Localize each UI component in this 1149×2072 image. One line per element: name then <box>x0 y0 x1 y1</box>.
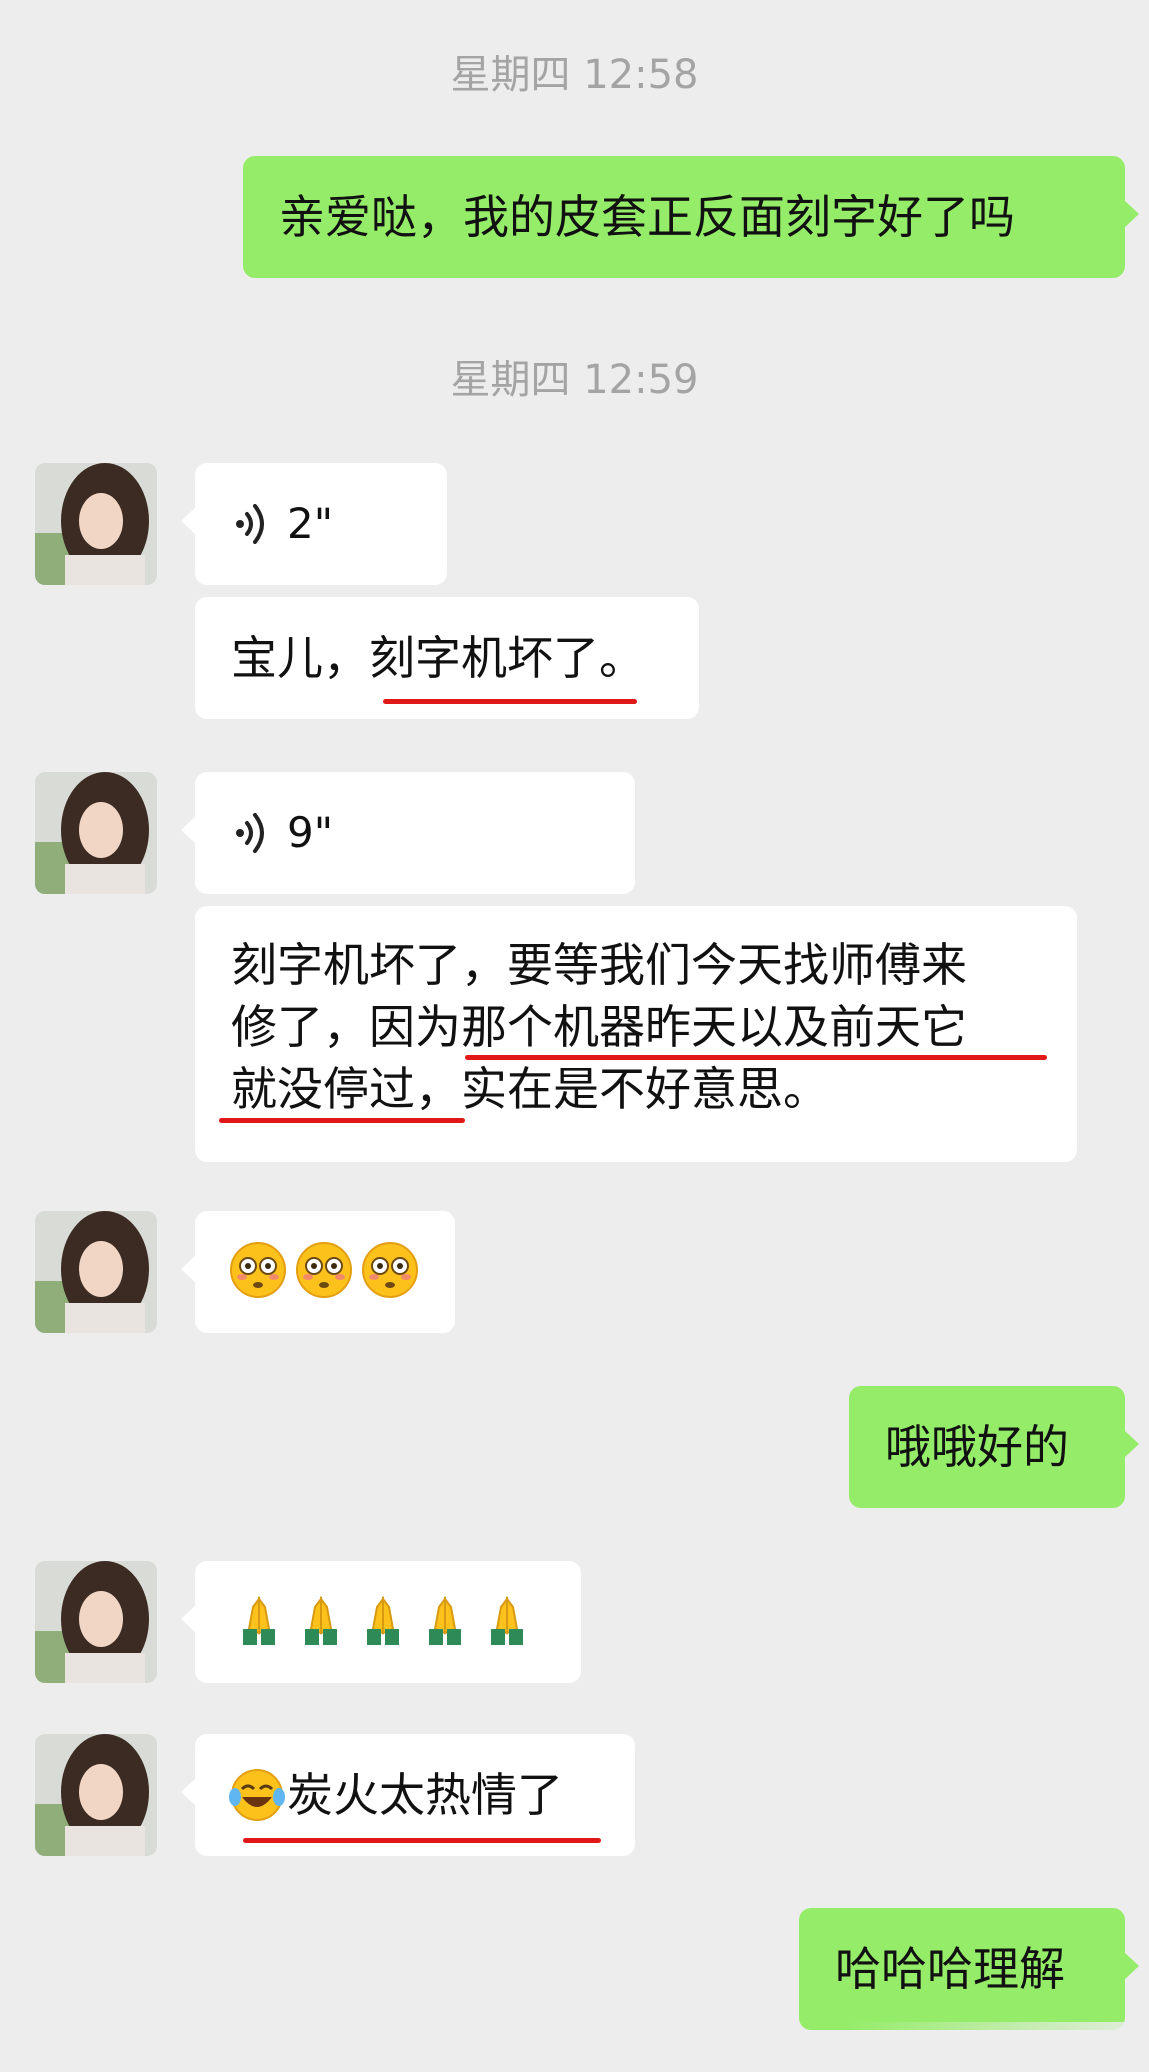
contact-avatar[interactable] <box>35 1561 157 1683</box>
folded-hands-emoji-icon <box>305 1596 337 1645</box>
folded-hands-emoji-icon <box>243 1596 275 1645</box>
red-underline <box>219 1118 465 1123</box>
avatar-photo-icon <box>35 1734 157 1856</box>
message-line: 修了，因为那个机器昨天以及前天它 <box>231 1000 967 1054</box>
voice-duration: 9" <box>287 808 334 857</box>
folded-hands-emoji-icon <box>367 1596 399 1645</box>
incoming-message-bubble[interactable]: 炭火太热情了 <box>181 1734 635 1856</box>
contact-avatar[interactable] <box>35 1734 157 1856</box>
timestamp: 星期四 12:59 <box>450 357 699 403</box>
red-underline <box>243 1838 601 1843</box>
chat-window: 星期四 12:58 亲爱哒，我的皮套正反面刻字好了吗 星期四 12:59 2" … <box>0 0 1149 2072</box>
message-text: 哦哦好的 <box>885 1420 1069 1474</box>
avatar-photo-icon <box>35 772 157 894</box>
voice-wave-icon <box>236 813 264 853</box>
message-text: 亲爱哒，我的皮套正反面刻字好了吗 <box>279 190 1015 244</box>
flushed-face-emoji-icon <box>296 1242 352 1298</box>
contact-avatar[interactable] <box>35 463 157 585</box>
voice-message-bubble[interactable]: 2" <box>181 463 447 585</box>
outgoing-message-bubble[interactable]: 哈哈哈理解 <box>799 1908 1139 2030</box>
folded-hands-emoji-icon <box>491 1596 523 1645</box>
flushed-face-emoji-icon <box>362 1242 418 1298</box>
timestamp: 星期四 12:58 <box>450 52 699 98</box>
contact-avatar[interactable] <box>35 772 157 894</box>
avatar-photo-icon <box>35 463 157 585</box>
contact-avatar[interactable] <box>35 1211 157 1333</box>
red-underline <box>465 1055 1047 1060</box>
watermark-fade <box>849 2022 1149 2072</box>
avatar-photo-icon <box>35 1561 157 1683</box>
message-text: 哈哈哈理解 <box>835 1942 1065 1996</box>
emoji-message-bubble[interactable] <box>181 1561 581 1683</box>
incoming-message-bubble[interactable]: 宝儿，刻字机坏了。 <box>195 597 699 719</box>
outgoing-message-bubble[interactable]: 亲爱哒，我的皮套正反面刻字好了吗 <box>243 156 1139 278</box>
voice-wave-icon <box>236 504 264 544</box>
flushed-face-emoji-icon <box>230 1242 286 1298</box>
message-line: 刻字机坏了，要等我们今天找师傅来 <box>231 938 967 992</box>
outgoing-message-bubble[interactable]: 哦哦好的 <box>849 1386 1139 1508</box>
red-underline <box>383 699 637 704</box>
incoming-message-bubble[interactable]: 刻字机坏了，要等我们今天找师傅来 修了，因为那个机器昨天以及前天它 就没停过，实… <box>195 906 1077 1162</box>
folded-hands-emoji-icon <box>429 1596 461 1645</box>
message-text: 炭火太热情了 <box>287 1768 563 1822</box>
voice-duration: 2" <box>287 499 334 548</box>
message-line: 就没停过，实在是不好意思。 <box>231 1062 829 1116</box>
emoji-message-bubble[interactable] <box>181 1211 455 1333</box>
avatar-photo-icon <box>35 1211 157 1333</box>
message-text: 宝儿，刻字机坏了。 <box>231 631 645 685</box>
voice-message-bubble[interactable]: 9" <box>181 772 635 894</box>
tears-of-joy-emoji-icon <box>229 1769 285 1821</box>
